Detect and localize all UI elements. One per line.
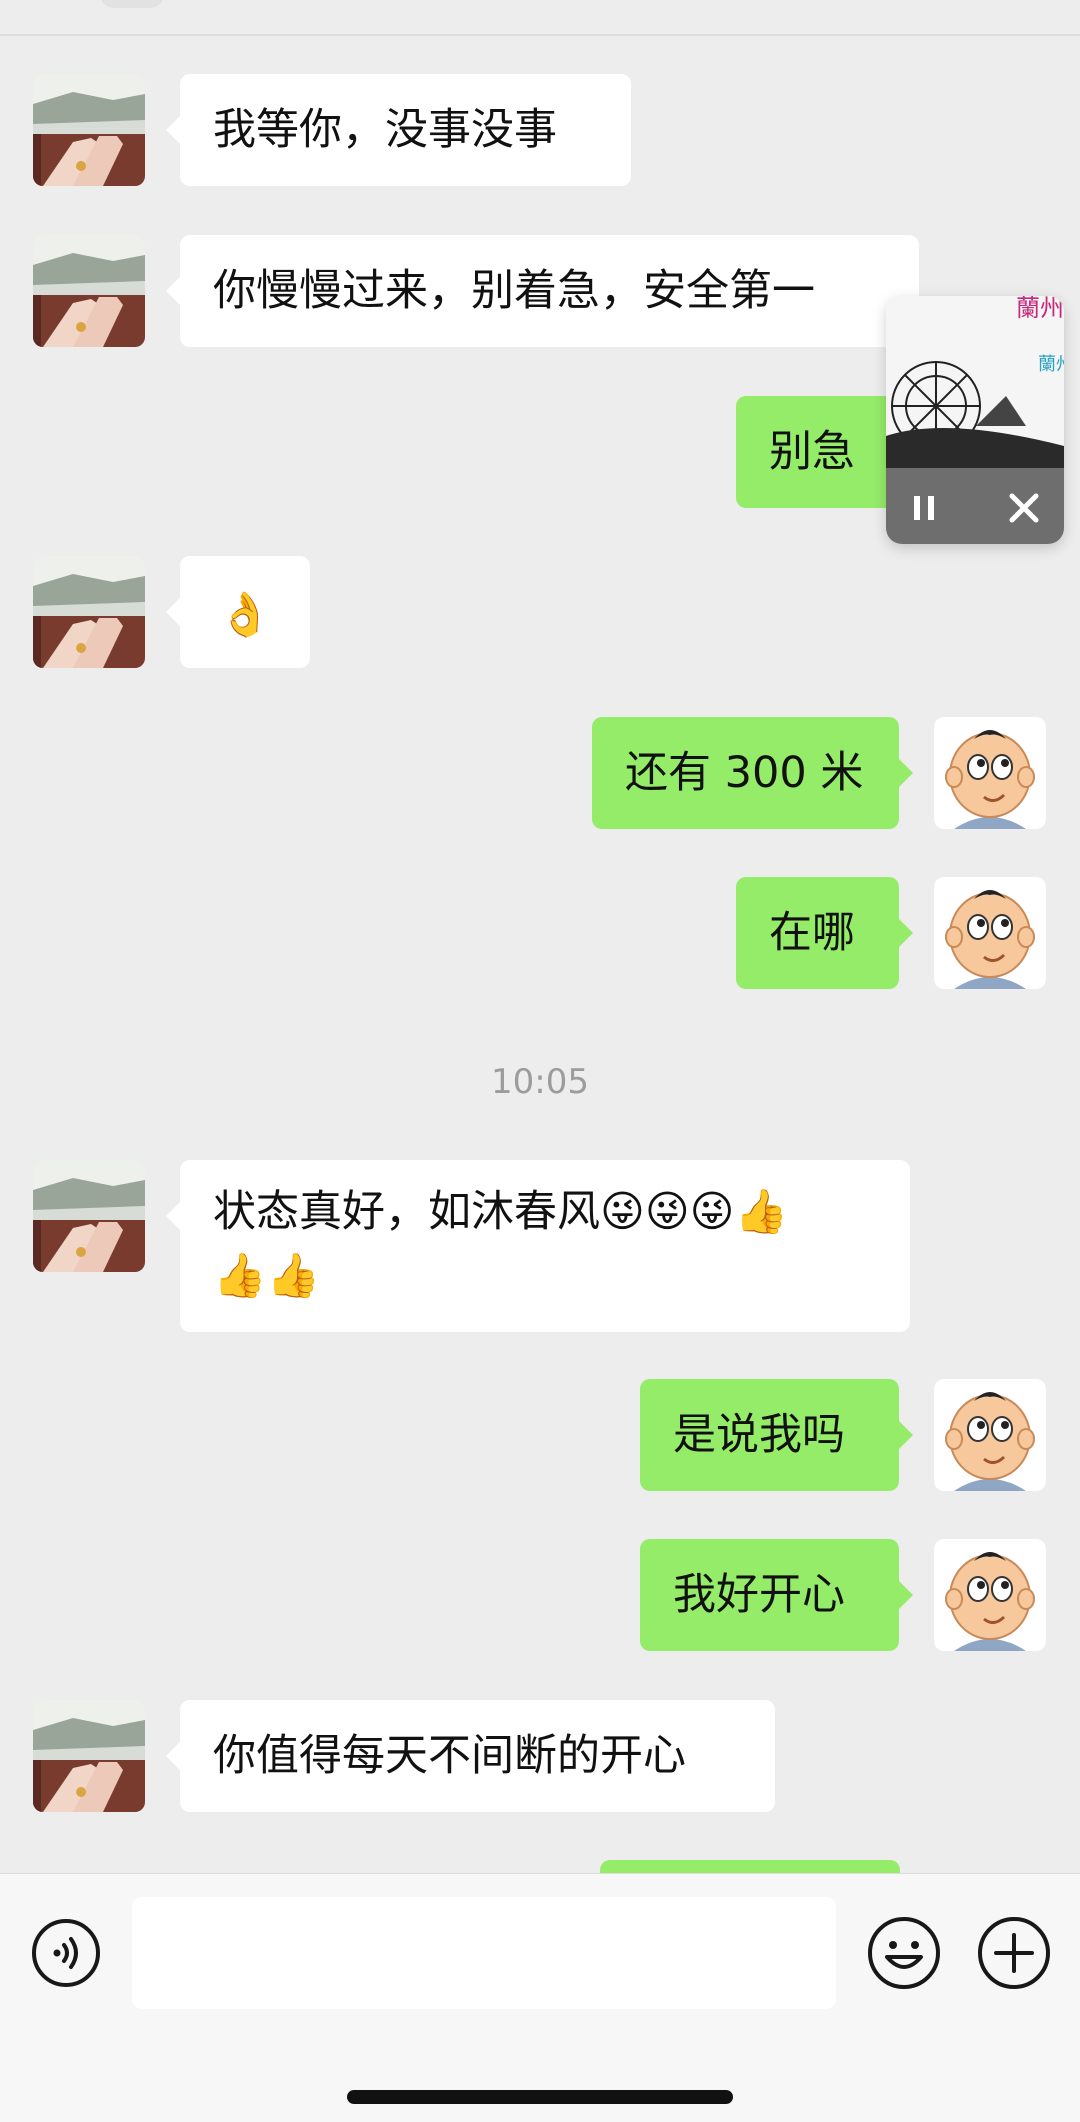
contact-avatar[interactable] <box>33 74 145 186</box>
my-avatar[interactable] <box>934 1539 1046 1651</box>
message-bubble-incoming[interactable]: 我等你，没事没事 <box>166 74 631 186</box>
message-bubble-incoming[interactable]: 👌 <box>166 556 310 668</box>
my-avatar[interactable] <box>934 877 1046 989</box>
message-text: 你慢慢过来，别着急，安全第一 <box>213 266 815 316</box>
my-avatar[interactable] <box>934 1379 1046 1491</box>
message-bubble-incoming[interactable]: 你慢慢过来，别着急，安全第一 <box>166 235 919 347</box>
message-text-line: 👍👍 <box>213 1251 321 1301</box>
top-tab <box>100 0 164 8</box>
plus-icon[interactable] <box>976 1915 1052 1991</box>
message-text: 我好开心 <box>673 1570 845 1620</box>
timestamp: 10:05 <box>491 1062 589 1102</box>
input-bar <box>0 1873 1080 2122</box>
album-title-blue: 蘭州 <box>1038 354 1064 375</box>
album-title-red: 蘭州 <box>1016 296 1064 322</box>
message-text: 我等你，没事没事 <box>213 105 557 155</box>
message-bubble-outgoing[interactable]: 别急 <box>736 396 912 508</box>
top-divider <box>0 0 1080 36</box>
message-input[interactable] <box>132 1897 836 2009</box>
message-bubble-outgoing[interactable]: 我好开心 <box>640 1539 913 1651</box>
message-text-line: 状态真好，如沐春风😜😜😜👍 <box>213 1187 789 1237</box>
player-controls <box>886 468 1064 544</box>
my-avatar[interactable] <box>934 717 1046 829</box>
contact-avatar[interactable] <box>33 235 145 347</box>
message-bubble-outgoing[interactable]: 是说我吗 <box>640 1379 913 1491</box>
message-text: 在哪 <box>769 908 855 958</box>
contact-avatar[interactable] <box>33 1160 145 1272</box>
message-bubble-incoming[interactable]: 状态真好，如沐春风😜😜😜👍 👍👍 <box>166 1160 910 1332</box>
message-bubble-outgoing[interactable]: 在哪 <box>736 877 913 989</box>
close-icon[interactable] <box>1002 486 1046 530</box>
message-text: 别急 <box>769 427 855 477</box>
home-indicator[interactable] <box>347 2090 733 2104</box>
message-text: 是说我吗 <box>673 1410 845 1460</box>
voice-icon[interactable] <box>30 1917 102 1989</box>
floating-music-player[interactable]: 蘭州 蘭州 <box>886 296 1064 544</box>
ok-hand-emoji: 👌 <box>218 589 272 640</box>
contact-avatar[interactable] <box>33 556 145 668</box>
album-cover: 蘭州 蘭州 <box>886 296 1064 468</box>
message-text: 还有 300 米 <box>625 748 864 798</box>
contact-avatar[interactable] <box>33 1700 145 1812</box>
message-bubble-outgoing[interactable]: 还有 300 米 <box>592 717 913 829</box>
message-bubble-incoming[interactable]: 你值得每天不间断的开心 <box>166 1700 775 1812</box>
emoji-icon[interactable] <box>866 1915 942 1991</box>
pause-icon[interactable] <box>904 488 944 528</box>
message-text: 你值得每天不间断的开心 <box>213 1731 686 1781</box>
